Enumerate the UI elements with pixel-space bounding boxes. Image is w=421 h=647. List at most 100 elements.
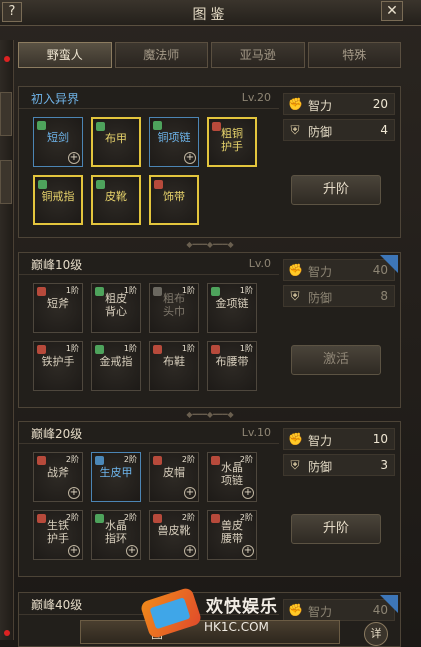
add-icon[interactable]: +	[184, 152, 196, 164]
ornament-divider: ◆━━━◆━━━◆	[186, 410, 234, 419]
corner-badge-icon	[380, 255, 398, 273]
gem-icon	[211, 287, 220, 296]
add-icon[interactable]: +	[242, 487, 254, 499]
add-icon[interactable]: +	[68, 152, 80, 164]
stat-intelligence: ✊ 智力 20	[283, 93, 395, 115]
set-title: 初入异界	[31, 92, 80, 106]
item-card[interactable]: 2阶 生皮甲	[91, 452, 141, 502]
item-card[interactable]: 1阶 短斧	[33, 283, 83, 333]
title-bar: ? 图鉴 ✕	[0, 0, 421, 26]
gem-icon	[37, 345, 46, 354]
item-name: 战斧	[47, 466, 69, 479]
gem-icon	[37, 456, 46, 465]
fist-icon: ✊	[288, 97, 303, 111]
gem-icon	[37, 121, 46, 130]
item-card[interactable]: 1阶 布腰带	[207, 341, 257, 391]
notification-dot	[4, 630, 10, 636]
gem-icon	[38, 180, 47, 189]
item-card[interactable]: 饰带	[149, 175, 199, 225]
corner-badge-icon	[380, 595, 398, 613]
detail-button[interactable]: 详	[364, 622, 388, 646]
item-name: 兽皮靴	[157, 524, 191, 537]
gem-icon	[96, 180, 105, 189]
stat-defense: ⛨ 防御 8	[283, 285, 395, 307]
item-card[interactable]: 2阶 皮帽 +	[149, 452, 199, 502]
upgrade-button[interactable]: 升阶	[291, 514, 381, 544]
add-icon[interactable]: +	[126, 545, 138, 557]
item-name: 生皮甲	[99, 466, 133, 479]
tab-special[interactable]: 特殊	[307, 42, 401, 68]
item-card[interactable]: 布甲	[91, 117, 141, 167]
upgrade-button[interactable]: 升阶	[291, 175, 381, 205]
stat-defense: ⛨ 防御 4	[283, 119, 395, 141]
add-icon[interactable]: +	[184, 545, 196, 557]
shield-icon: ⛨	[290, 289, 300, 303]
item-name: 生铁 护手	[47, 519, 69, 545]
set-title: 巅峰10级	[31, 258, 83, 272]
window-title: 图鉴	[192, 7, 229, 23]
gem-icon	[154, 180, 163, 189]
item-card[interactable]: 2阶 水晶 指环 +	[91, 510, 141, 560]
set-level: Lv.10	[241, 426, 271, 439]
add-icon[interactable]: +	[68, 545, 80, 557]
add-icon[interactable]: +	[184, 487, 196, 499]
tab-barbarian[interactable]: 野蛮人	[18, 42, 112, 68]
item-card[interactable]: 皮靴	[91, 175, 141, 225]
side-tab-1[interactable]	[0, 92, 12, 136]
stat-defense: ⛨ 防御 3	[283, 454, 395, 476]
gem-icon	[153, 456, 162, 465]
item-card[interactable]: 1阶 粗皮 背心	[91, 283, 141, 333]
item-card[interactable]: 短剑 +	[33, 117, 83, 167]
gem-icon	[211, 345, 220, 354]
set-header: 巅峰10级 Lv.0	[19, 253, 279, 275]
item-name: 铜戒指	[41, 190, 75, 203]
set-header: 初入异界 Lv.20	[19, 87, 279, 109]
item-card[interactable]: 2阶 生铁 护手 +	[33, 510, 83, 560]
item-card[interactable]: 2阶 水晶 项链 +	[207, 452, 257, 502]
item-name: 饰带	[163, 190, 185, 203]
item-card[interactable]: 1阶 金戒指	[91, 341, 141, 391]
item-name: 粗布 头巾	[163, 292, 185, 318]
gem-icon	[96, 122, 105, 131]
activate-button[interactable]: 激活	[291, 345, 381, 375]
set-level: Lv.0	[248, 257, 271, 270]
watermark-text: 欢快娱乐	[206, 597, 278, 617]
gem-icon	[153, 514, 162, 523]
item-card[interactable]: 粗铜 护手	[207, 117, 257, 167]
item-card[interactable]: 2阶 兽皮 腰带 +	[207, 510, 257, 560]
close-button[interactable]: ✕	[381, 1, 403, 21]
set-header: 巅峰20级 Lv.10	[19, 422, 279, 444]
item-card[interactable]: 1阶 布鞋	[149, 341, 199, 391]
set-stats: ✊ 智力 10 ⛨ 防御 3	[283, 428, 395, 480]
item-card[interactable]: 1阶 粗布 头巾	[149, 283, 199, 333]
side-tab-2[interactable]	[0, 160, 12, 204]
add-icon[interactable]: +	[68, 487, 80, 499]
item-card[interactable]: 2阶 战斧 +	[33, 452, 83, 502]
item-card[interactable]: 铜戒指	[33, 175, 83, 225]
item-name: 短斧	[47, 297, 69, 310]
codex-set-peak20: 巅峰20级 Lv.10 2阶 战斧 + 2阶 生皮甲 2阶 皮帽 + 2阶 水晶…	[18, 421, 401, 577]
watermark-url: HK1C.COM	[204, 620, 269, 634]
item-card[interactable]: 1阶 金项链	[207, 283, 257, 333]
item-name: 布腰带	[215, 355, 249, 368]
item-card[interactable]: 2阶 兽皮靴 +	[149, 510, 199, 560]
shield-icon: ⛨	[290, 458, 300, 472]
item-name: 金项链	[215, 297, 249, 310]
item-name: 布甲	[105, 132, 127, 145]
stat-intelligence: ✊ 智力 10	[283, 428, 395, 450]
item-card[interactable]: 铜项链 +	[149, 117, 199, 167]
item-name: 粗皮 背心	[105, 292, 127, 318]
item-name: 铁护手	[41, 355, 75, 368]
side-strip	[0, 40, 14, 640]
codex-window: ? 图鉴 ✕ 野蛮人 魔法师 亚马逊 特殊 初入异界 Lv.20 短剑 + 布甲	[0, 0, 421, 647]
gem-icon	[95, 456, 104, 465]
tab-amazon[interactable]: 亚马逊	[211, 42, 305, 68]
tab-sorcerer[interactable]: 魔法师	[114, 42, 208, 68]
item-card[interactable]: 1阶 铁护手	[33, 341, 83, 391]
fist-icon: ✊	[288, 263, 303, 277]
add-icon[interactable]: +	[242, 545, 254, 557]
set-stats: ✊ 智力 40 ⛨ 防御 8	[283, 259, 395, 311]
item-name: 兽皮 腰带	[221, 519, 243, 545]
item-name: 水晶 项链	[221, 461, 243, 487]
set-title: 巅峰40级	[31, 598, 83, 612]
